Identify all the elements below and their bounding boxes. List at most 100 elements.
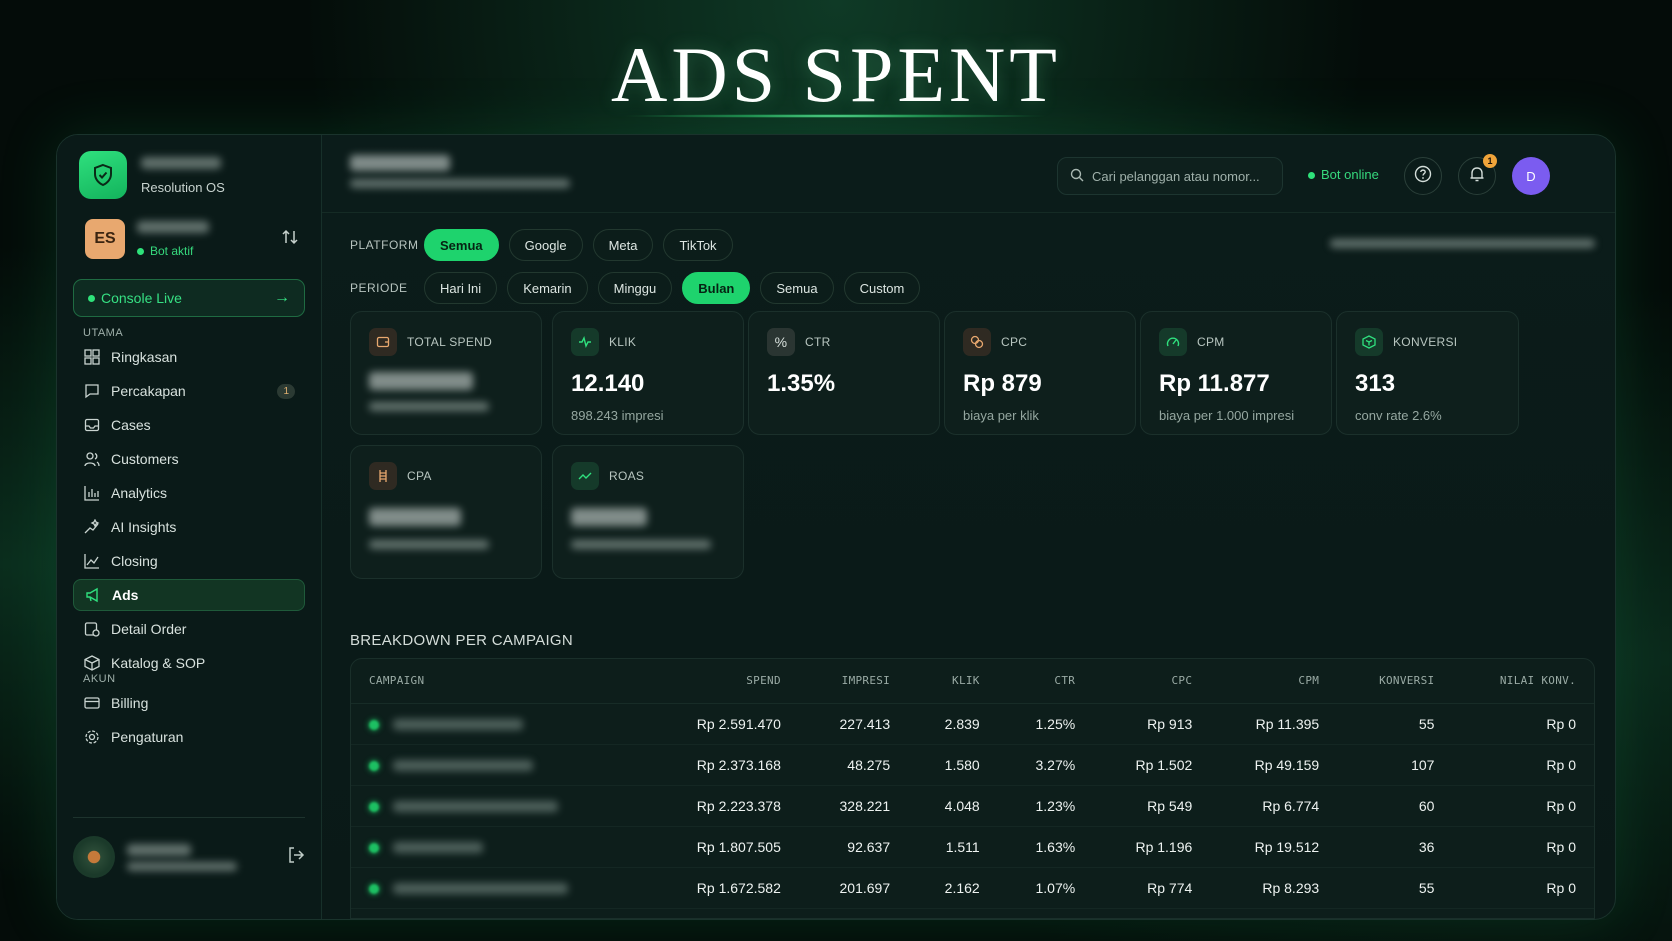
card-ctr: % CTR 1.35% bbox=[748, 311, 940, 435]
swap-icon[interactable] bbox=[281, 228, 299, 251]
konversi-sub: conv rate 2.6% bbox=[1355, 408, 1442, 423]
help-button[interactable] bbox=[1404, 157, 1442, 195]
col-impresi[interactable]: IMPRESI bbox=[798, 659, 909, 704]
search-input[interactable]: Cari pelanggan atau nomor... bbox=[1057, 157, 1283, 195]
table-cell: Rp 0 bbox=[1452, 826, 1594, 868]
col-nilai-konv[interactable]: NILAI KONV. bbox=[1452, 659, 1594, 704]
cpc-value: Rp 879 bbox=[963, 370, 1042, 397]
table-cell: Rp 913 bbox=[1093, 703, 1211, 745]
workspace-name-redacted bbox=[137, 221, 209, 233]
sidebar: Resolution OS ES Bot aktif Console Live … bbox=[57, 135, 322, 919]
table-cell: 1.580 bbox=[908, 744, 998, 786]
period-chip-custom[interactable]: Custom bbox=[843, 272, 921, 304]
notification-count: 1 bbox=[1483, 154, 1497, 168]
percent-icon: % bbox=[767, 328, 795, 356]
col-cpm[interactable]: CPM bbox=[1210, 659, 1338, 704]
user-avatar[interactable]: D bbox=[1512, 157, 1550, 195]
cube-icon bbox=[1355, 328, 1383, 356]
table-cell: 4.048 bbox=[908, 785, 998, 827]
sidebar-item-cases[interactable]: Cases bbox=[73, 409, 305, 441]
console-live-button[interactable]: Console Live → bbox=[73, 279, 305, 317]
sidebar-item-ads[interactable]: Ads bbox=[73, 579, 305, 611]
chat-icon bbox=[83, 382, 101, 400]
table-row[interactable]: Rp 2.223.378 328.221 4.048 1.23% Rp 549 Rp 6.… bbox=[351, 785, 1594, 827]
campaign-table: CAMPAIGN SPEND IMPRESI KLIK CTR CPC CPM … bbox=[350, 658, 1595, 919]
logout-icon[interactable] bbox=[287, 846, 305, 869]
sidebar-item-percakapan[interactable]: Percakapan 1 bbox=[73, 375, 305, 407]
brand-name-redacted bbox=[141, 156, 221, 169]
ladder-icon bbox=[369, 462, 397, 490]
cpc-sub: biaya per klik bbox=[963, 408, 1039, 423]
sidebar-item-customers[interactable]: Customers bbox=[73, 443, 305, 475]
account-nav: Billing Pengaturan bbox=[73, 687, 305, 755]
table-cell: Rp 49.159 bbox=[1210, 744, 1338, 786]
total-spend-redacted bbox=[369, 372, 473, 390]
table-cell: Rp 774 bbox=[1093, 867, 1211, 909]
period-label: PERIODE bbox=[350, 281, 408, 295]
table-cell: Rp 6.774 bbox=[1210, 785, 1338, 827]
col-klik[interactable]: KLIK bbox=[908, 659, 998, 704]
user-email-redacted bbox=[127, 861, 237, 871]
nav-section-account: AKUN bbox=[83, 673, 116, 685]
card-cpa: CPA bbox=[350, 445, 542, 579]
platform-chip-semua[interactable]: Semua bbox=[424, 229, 499, 261]
table-cell: 2.162 bbox=[908, 867, 998, 909]
platform-label: PLATFORM bbox=[350, 238, 419, 252]
platform-chip-meta[interactable]: Meta bbox=[592, 229, 654, 261]
col-spend[interactable]: SPEND bbox=[647, 659, 799, 704]
table-cell: 201.697 bbox=[798, 867, 909, 909]
period-chip-semua[interactable]: Semua bbox=[760, 272, 834, 304]
table-row[interactable]: Rp 1.672.582 201.697 2.162 1.07% Rp 774 Rp 8.… bbox=[351, 867, 1594, 909]
table-cell: Rp 2.223.378 bbox=[647, 785, 799, 827]
platform-chip-google[interactable]: Google bbox=[508, 229, 583, 261]
col-ctr[interactable]: CTR bbox=[997, 659, 1094, 704]
period-chip-kemarin[interactable]: Kemarin bbox=[507, 272, 588, 304]
nav-section-main: UTAMA bbox=[83, 327, 124, 339]
live-dot-icon bbox=[88, 294, 95, 302]
search-placeholder: Cari pelanggan atau nomor... bbox=[1092, 168, 1260, 184]
sidebar-item-closing[interactable]: Closing bbox=[73, 545, 305, 577]
avatar[interactable] bbox=[73, 836, 115, 878]
workspace-avatar: ES bbox=[85, 219, 125, 259]
campaign-status-icon bbox=[369, 883, 379, 894]
table-cell: Rp 1.807.505 bbox=[647, 826, 799, 868]
sidebar-item-ringkasan[interactable]: Ringkasan bbox=[73, 341, 305, 373]
bot-online-status: Bot online bbox=[1308, 167, 1379, 182]
box-icon bbox=[83, 654, 101, 672]
period-chip-hari-ini[interactable]: Hari Ini bbox=[424, 272, 498, 304]
bell-icon bbox=[1468, 165, 1486, 188]
table-row[interactable]: Rp 1.807.505 92.637 1.511 1.63% Rp 1.196 Rp 1… bbox=[351, 826, 1594, 868]
sidebar-item-billing[interactable]: Billing bbox=[73, 687, 305, 719]
sparkle-icon bbox=[83, 518, 101, 536]
grid-icon bbox=[83, 348, 101, 366]
col-cpc[interactable]: CPC bbox=[1093, 659, 1211, 704]
brand[interactable]: Resolution OS bbox=[79, 151, 225, 199]
line-chart-icon bbox=[83, 552, 101, 570]
table-row[interactable]: Rp 2.591.470 227.413 2.839 1.25% Rp 913 Rp 11… bbox=[351, 703, 1594, 745]
col-konversi[interactable]: KONVERSI bbox=[1337, 659, 1453, 704]
col-campaign[interactable]: CAMPAIGN bbox=[351, 659, 648, 704]
card-cpc: CPC Rp 879 biaya per klik bbox=[944, 311, 1136, 435]
ctr-value: 1.35% bbox=[767, 370, 836, 397]
platform-chip-tiktok[interactable]: TikTok bbox=[663, 229, 733, 261]
platform-filter: PLATFORM Semua Google Meta TikTok bbox=[350, 229, 743, 261]
gauge-icon bbox=[1159, 328, 1187, 356]
sidebar-item-pengaturan[interactable]: Pengaturan bbox=[73, 721, 305, 753]
notifications-button[interactable]: 1 bbox=[1458, 154, 1497, 195]
period-chip-bulan[interactable]: Bulan bbox=[682, 272, 751, 304]
megaphone-icon bbox=[84, 586, 102, 604]
sidebar-item-ai-insights[interactable]: AI Insights bbox=[73, 511, 305, 543]
period-chip-minggu[interactable]: Minggu bbox=[597, 272, 673, 304]
period-filter: PERIODE Hari Ini Kemarin Minggu Bulan Se… bbox=[350, 272, 930, 304]
card-cpm: CPM Rp 11.877 biaya per 1.000 impresi bbox=[1140, 311, 1332, 435]
sidebar-item-detail-order[interactable]: Detail Order bbox=[73, 613, 305, 645]
sidebar-item-analytics[interactable]: Analytics bbox=[73, 477, 305, 509]
cpm-sub: biaya per 1.000 impresi bbox=[1159, 408, 1295, 423]
last-updated-redacted bbox=[1330, 235, 1595, 253]
app-window: Resolution OS ES Bot aktif Console Live … bbox=[56, 134, 1616, 920]
table-row[interactable]: Rp 2.373.168 48.275 1.580 3.27% Rp 1.502 Rp 4… bbox=[351, 744, 1594, 786]
workspace-profile[interactable]: ES Bot aktif bbox=[85, 219, 299, 259]
campaign-status-icon bbox=[369, 760, 379, 771]
roas-redacted bbox=[571, 508, 647, 526]
table-cell: 55 bbox=[1337, 867, 1453, 909]
